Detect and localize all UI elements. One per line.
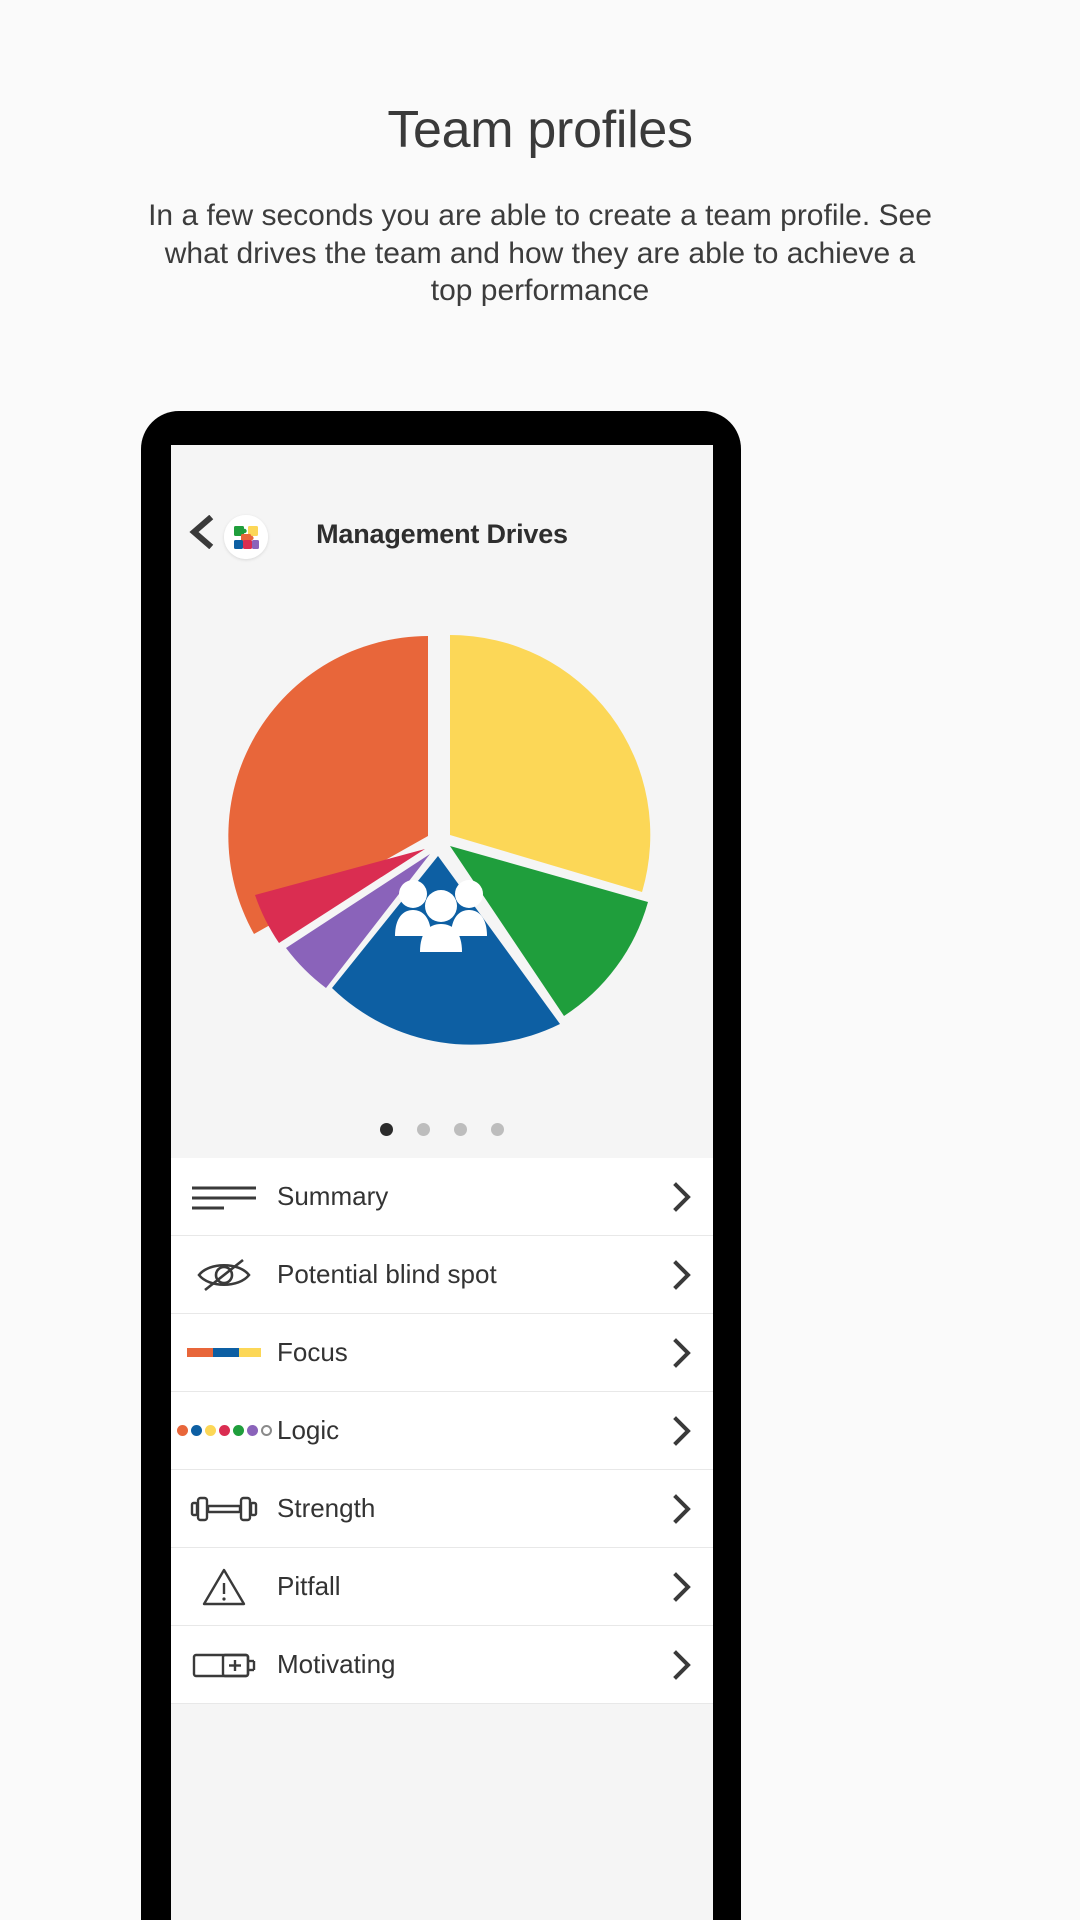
list-item-label: Focus xyxy=(277,1337,348,1367)
chevron-right-icon[interactable] xyxy=(651,1259,713,1290)
list-item-label: Summary xyxy=(277,1181,389,1211)
phone-screen: Management Drives Summary Potential blin… xyxy=(171,445,713,1920)
chevron-right-icon[interactable] xyxy=(651,1493,713,1524)
pie-chart-svg xyxy=(228,634,651,1045)
list-item-logic[interactable]: Logic xyxy=(171,1392,713,1470)
pagination-dot-3[interactable] xyxy=(454,1122,467,1136)
list-item-pitfall[interactable]: Pitfall xyxy=(171,1548,713,1626)
battery-plus-icon xyxy=(171,1626,277,1704)
lines-summary-icon xyxy=(171,1158,277,1236)
color-dots-icon xyxy=(171,1392,277,1470)
promo-page: Team profiles In a few seconds you are a… xyxy=(0,0,1080,1920)
app-header: Management Drives xyxy=(171,445,713,620)
pagination-dot-2[interactable] xyxy=(417,1122,430,1136)
list-item-strength[interactable]: Strength xyxy=(171,1470,713,1548)
app-title: Management Drives xyxy=(316,519,568,549)
eye-off-icon xyxy=(171,1236,277,1314)
chevron-right-icon[interactable] xyxy=(651,1181,713,1212)
pagination-dots[interactable] xyxy=(171,1100,713,1158)
list-item-label: Motivating xyxy=(277,1649,396,1679)
detail-list: Summary Potential blind spot Focus Logic… xyxy=(171,1158,713,1744)
chevron-right-icon[interactable] xyxy=(651,1649,713,1680)
phone-mockup: Management Drives Summary Potential blin… xyxy=(141,411,741,1920)
list-item-label: Strength xyxy=(277,1493,376,1523)
list-item-label: Pitfall xyxy=(277,1571,341,1601)
team-people-icon xyxy=(387,872,497,954)
pie-chart[interactable] xyxy=(171,620,713,1100)
chevron-right-icon[interactable] xyxy=(651,1337,713,1368)
chevron-right-icon[interactable] xyxy=(651,1415,713,1446)
dumbbell-icon xyxy=(171,1470,277,1548)
pagination-dot-1[interactable] xyxy=(380,1122,393,1136)
page-title: Team profiles xyxy=(387,101,693,159)
warning-triangle-icon xyxy=(171,1548,277,1626)
chevron-right-icon[interactable] xyxy=(651,1571,713,1602)
list-item-label: Logic xyxy=(277,1415,340,1445)
pagination-dot-4[interactable] xyxy=(491,1122,504,1136)
list-item-summary[interactable]: Summary xyxy=(171,1158,713,1236)
list-partial-next-row xyxy=(171,1704,713,1744)
list-item-potential-blind-spot[interactable]: Potential blind spot xyxy=(171,1236,713,1314)
page-subtitle: In a few seconds you are able to create … xyxy=(148,199,932,307)
list-item-focus[interactable]: Focus xyxy=(171,1314,713,1392)
color-bar-icon xyxy=(171,1314,277,1392)
pie-slice-yellow xyxy=(450,634,651,892)
list-item-label: Potential blind spot xyxy=(277,1259,497,1289)
list-item-motivating[interactable]: Motivating xyxy=(171,1626,713,1704)
